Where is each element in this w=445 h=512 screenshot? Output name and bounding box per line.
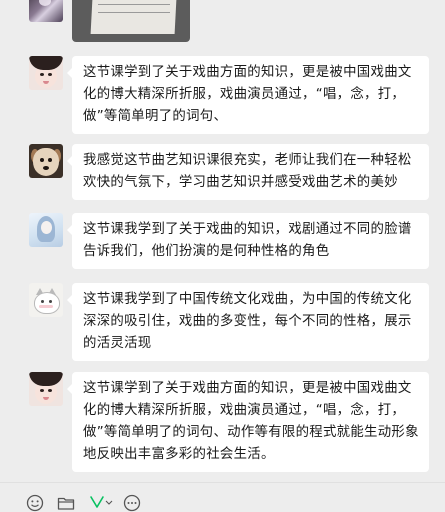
message-bubble[interactable]: 这节课我学到了关于戏曲的知识，戏剧通过不同的脸谱告诉我们，他们扮演的是何种性格的… xyxy=(67,213,429,269)
sender-avatar[interactable] xyxy=(29,56,63,90)
sender-avatar[interactable] xyxy=(29,144,63,178)
folder-icon[interactable] xyxy=(57,494,75,512)
input-toolbar xyxy=(0,482,445,512)
sender-avatar[interactable] xyxy=(29,283,63,317)
scissors-icon[interactable] xyxy=(88,494,114,512)
sender-avatar[interactable] xyxy=(29,372,63,406)
message-bubble[interactable]: 这节课我学到了中国传统文化戏曲，为中国的传统文化深深的吸引住，戏曲的多变性，每个… xyxy=(67,283,429,361)
message-bubble[interactable]: 这节课学到了关于戏曲方面的知识，更是被中国戏曲文化的博大精深所折服，戏曲演员通过… xyxy=(67,56,429,134)
chat-history-icon[interactable] xyxy=(123,494,141,512)
message-bubble[interactable]: 我感觉这节曲艺知识课很充实，老师让我们在一种轻松欢快的气氛下，学习曲艺知识并感受… xyxy=(67,144,429,200)
sender-avatar[interactable] xyxy=(29,213,63,247)
image-message[interactable] xyxy=(72,0,190,42)
chat-message-area: 这节课学到了关于戏曲方面的知识，更是被中国戏曲文化的博大精深所折服，戏曲演员通过… xyxy=(0,0,445,506)
sender-avatar[interactable] xyxy=(29,0,63,22)
message-bubble[interactable]: 这节课学到了关于戏曲方面的知识，更是被中国戏曲文化的博大精深所折服，戏曲演员通过… xyxy=(67,372,429,472)
emoji-icon[interactable] xyxy=(26,494,44,512)
